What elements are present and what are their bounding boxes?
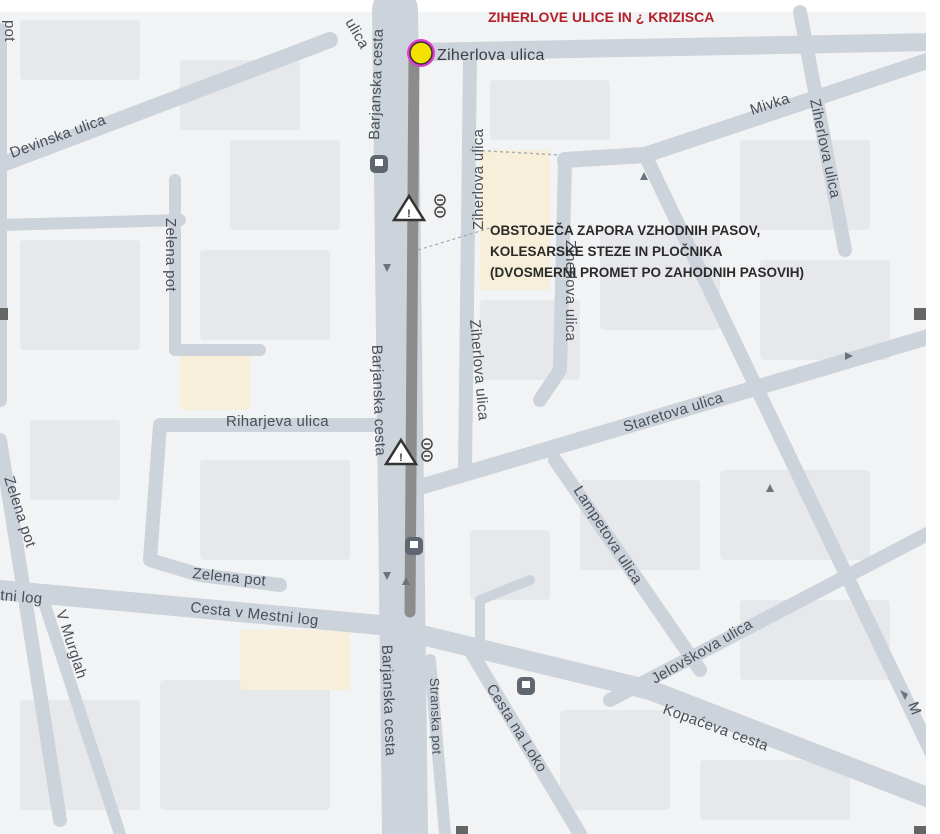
bus-stop-icon[interactable] (405, 537, 423, 555)
bus-stop-icon[interactable] (517, 677, 535, 695)
note-leader-line (417, 227, 491, 251)
resize-handle-corner[interactable] (914, 826, 926, 834)
right-frame (926, 12, 940, 834)
map-canvas[interactable]: ! ! ulica pot Barjanska cesta Barjanska … (0, 0, 940, 834)
marker-label[interactable]: Ziherlova ulica (437, 47, 545, 64)
closure-note-line-3: (DVOSMERNI PROMET PO ZAHODNIH PASOVIH) (490, 265, 804, 280)
road-closure-strip[interactable] (404, 49, 420, 618)
street-label-mestni-log-left: tni log (0, 587, 43, 608)
resize-handle-bottom[interactable] (456, 826, 468, 834)
building-blocks (20, 20, 890, 820)
no-entry-icon[interactable] (434, 194, 446, 218)
closure-note-line-1: OBSTOJEČA ZAPORA VZHODNIH PASOV, (490, 223, 760, 238)
location-marker-icon[interactable] (407, 39, 435, 67)
resize-handle-right[interactable] (914, 308, 926, 320)
svg-text:!: ! (399, 452, 403, 464)
street-label-staretova: Staretova ulica (621, 389, 726, 436)
street-label-riharjeva: Riharjeva ulica (226, 413, 329, 430)
closure-note-line-2: KOLESARSKE STEZE IN PLOČNIKA (490, 244, 723, 259)
street-label-zelena-pot-south: Zelena pot (192, 565, 268, 590)
street-label-cesta-na-loko: Cesta na Loko (483, 681, 551, 775)
svg-text:!: ! (407, 208, 411, 220)
street-label-ziherlova-mid: Ziherlova ulica (470, 128, 487, 230)
map-title: ZIHERLOVE ULICE IN ¿ KRIZISCA (488, 9, 714, 25)
street-label-zelena-pot-north: Zelena pot (162, 218, 179, 292)
street-label-ulica-top: ulica (342, 16, 373, 53)
bus-stop-icon[interactable] (370, 155, 388, 173)
resize-handle-left[interactable] (0, 308, 8, 320)
street-label-stranska-pot: Stranska pot (427, 678, 445, 755)
street-label-barjanska-mid: Barjanska cesta (368, 345, 389, 457)
road-network (0, 0, 940, 834)
street-label-pot-top: pot (1, 20, 18, 42)
no-entry-icon[interactable] (421, 438, 433, 462)
